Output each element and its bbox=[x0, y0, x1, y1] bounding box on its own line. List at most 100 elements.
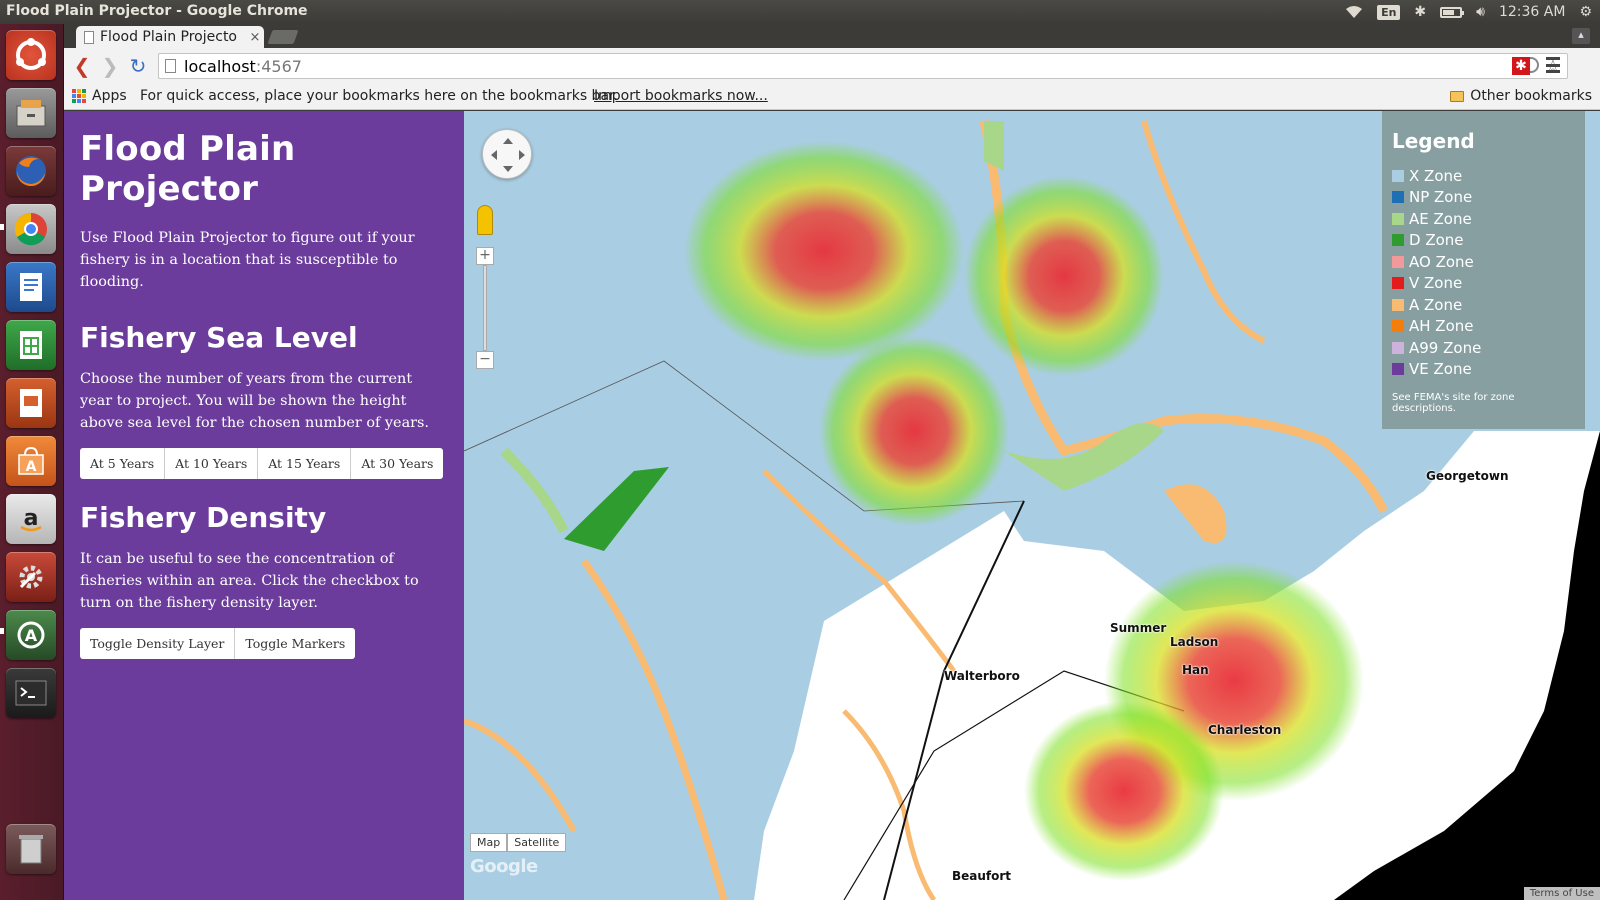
apps-link[interactable]: Apps bbox=[92, 88, 127, 104]
zoom-in-button[interactable]: + bbox=[476, 247, 494, 265]
url-port: :4567 bbox=[255, 56, 302, 76]
writer-icon[interactable] bbox=[6, 262, 56, 312]
legend-swatch bbox=[1392, 212, 1404, 225]
legend-swatch bbox=[1392, 191, 1404, 204]
close-tab-icon[interactable]: × bbox=[246, 30, 264, 45]
battery-icon[interactable] bbox=[1440, 6, 1465, 18]
address-bar[interactable]: localhost:4567 ☆ bbox=[158, 53, 1568, 79]
legend-swatch bbox=[1392, 341, 1404, 354]
density-button-group: Toggle Density Layer Toggle Markers bbox=[80, 628, 448, 659]
unity-launcher: A a A bbox=[0, 24, 64, 900]
street-view-pegman-icon[interactable] bbox=[477, 205, 493, 235]
legend-label: V Zone bbox=[1409, 274, 1463, 293]
pan-arrows-icon bbox=[491, 138, 525, 172]
flood-map[interactable]: Georgetown Summer Ladson Han Walterboro … bbox=[464, 111, 1600, 900]
zoom-control[interactable]: + − bbox=[476, 247, 494, 369]
system-top-panel: Flood Plain Projector - Google Chrome En… bbox=[0, 0, 1600, 24]
a-zone-river bbox=[464, 718, 577, 833]
other-bookmarks-label: Other bookmarks bbox=[1470, 88, 1592, 104]
zoom-slider-track[interactable] bbox=[483, 265, 487, 351]
city-label: Beaufort bbox=[952, 869, 1012, 883]
density-hotspot bbox=[1024, 701, 1224, 881]
google-logo: Google bbox=[470, 856, 538, 877]
density-hotspot bbox=[964, 176, 1164, 376]
toggle-density-layer-button[interactable]: Toggle Density Layer bbox=[80, 628, 236, 659]
sea-level-button-group: At 5 Years At 10 Years At 15 Years At 30… bbox=[80, 448, 448, 479]
reload-button[interactable]: ↻ bbox=[126, 54, 150, 78]
page-title: Flood Plain Projector bbox=[80, 129, 296, 209]
legend-title: Legend bbox=[1392, 129, 1475, 153]
bookmarks-bar: Apps For quick access, place your bookma… bbox=[64, 84, 1600, 110]
keyboard-language-indicator[interactable]: En bbox=[1377, 4, 1401, 20]
forward-button[interactable]: ❯ bbox=[98, 54, 122, 78]
other-bookmarks-button[interactable]: Other bookmarks bbox=[1450, 88, 1592, 104]
intro-text: Use Flood Plain Projector to figure out … bbox=[80, 230, 415, 290]
tab-title: Flood Plain Projecto bbox=[100, 29, 237, 45]
svg-text:A: A bbox=[26, 459, 37, 475]
legend-swatch bbox=[1392, 320, 1404, 333]
page-content: Flood Plain Projector Use Flood Plain Pr… bbox=[64, 111, 1600, 900]
calc-icon[interactable] bbox=[6, 320, 56, 370]
page-icon bbox=[84, 30, 94, 44]
city-label: Walterboro bbox=[944, 669, 1020, 683]
at-30-years-button[interactable]: At 30 Years bbox=[351, 448, 444, 479]
legend-swatch bbox=[1392, 255, 1404, 268]
a-zone-area bbox=[1164, 484, 1227, 543]
tab-flood-plain-projector[interactable]: Flood Plain Projecto × bbox=[76, 26, 264, 48]
clock[interactable]: 12:36 AM bbox=[1499, 4, 1565, 20]
terms-of-use-link[interactable]: Terms of Use bbox=[1523, 887, 1600, 900]
legend-label: X Zone bbox=[1409, 166, 1463, 185]
sidebar: Flood Plain Projector Use Flood Plain Pr… bbox=[64, 111, 464, 900]
legend-item: V Zone bbox=[1392, 273, 1575, 295]
gear-icon[interactable]: ⚙ bbox=[1579, 4, 1592, 20]
page-icon bbox=[165, 59, 176, 73]
toggle-markers-button[interactable]: Toggle Markers bbox=[235, 628, 356, 659]
svg-text:A: A bbox=[25, 626, 38, 645]
density-text: It can be useful to see the concentratio… bbox=[80, 551, 419, 611]
ae-zone-area bbox=[984, 121, 1004, 171]
import-bookmarks-link[interactable]: Import bookmarks now... bbox=[594, 88, 768, 104]
legend-swatch bbox=[1392, 234, 1404, 247]
files-icon[interactable] bbox=[6, 88, 56, 138]
apps-grid-icon[interactable] bbox=[72, 89, 86, 103]
browser-tab-strip: Flood Plain Projecto × ▴ bbox=[64, 24, 1600, 48]
ae-zone-area bbox=[1004, 423, 1164, 491]
a-zone-river bbox=[581, 558, 728, 900]
legend-note: See FEMA's site for zone descriptions. bbox=[1392, 392, 1515, 414]
new-tab-button[interactable] bbox=[267, 30, 299, 44]
amazon-icon[interactable]: a bbox=[6, 494, 56, 544]
zoom-out-button[interactable]: − bbox=[476, 351, 494, 369]
at-15-years-button[interactable]: At 15 Years bbox=[258, 448, 352, 479]
map-pan-control[interactable] bbox=[482, 129, 532, 179]
impress-icon[interactable] bbox=[6, 378, 56, 428]
legend-swatch bbox=[1392, 277, 1404, 290]
software-center-icon[interactable]: A bbox=[6, 436, 56, 486]
trash-icon[interactable] bbox=[6, 824, 56, 874]
sea-level-heading: Fishery Sea Level bbox=[80, 321, 358, 354]
at-5-years-button[interactable]: At 5 Years bbox=[80, 448, 166, 479]
profile-icon[interactable]: ▴ bbox=[1572, 28, 1590, 44]
back-button[interactable]: ❮ bbox=[70, 54, 94, 78]
map-type-map-button[interactable]: Map bbox=[470, 833, 508, 852]
at-10-years-button[interactable]: At 10 Years bbox=[165, 448, 259, 479]
software-updater-icon[interactable]: A bbox=[6, 610, 56, 660]
url-host: localhost bbox=[184, 56, 256, 76]
legend-swatch bbox=[1392, 298, 1404, 311]
system-settings-icon[interactable] bbox=[6, 552, 56, 602]
d-zone-area bbox=[564, 467, 669, 551]
chrome-icon[interactable] bbox=[6, 204, 56, 254]
firefox-icon[interactable] bbox=[6, 146, 56, 196]
legend-item: D Zone bbox=[1392, 230, 1575, 252]
extension-icon[interactable]: ✱ bbox=[1512, 57, 1530, 75]
map-type-satellite-button[interactable]: Satellite bbox=[507, 833, 567, 852]
ubuntu-dash-icon[interactable] bbox=[6, 30, 56, 80]
legend-item: AH Zone bbox=[1392, 316, 1575, 338]
terminal-icon[interactable] bbox=[6, 668, 56, 718]
wifi-icon[interactable] bbox=[1345, 5, 1363, 19]
city-label: Summer bbox=[1110, 621, 1167, 635]
chrome-menu-icon[interactable] bbox=[1546, 57, 1560, 73]
legend-label: A Zone bbox=[1409, 295, 1463, 314]
volume-icon[interactable]: 🔊︎ bbox=[1476, 4, 1485, 20]
legend-item: A99 Zone bbox=[1392, 337, 1575, 359]
bluetooth-icon[interactable]: ✱ bbox=[1414, 4, 1426, 20]
